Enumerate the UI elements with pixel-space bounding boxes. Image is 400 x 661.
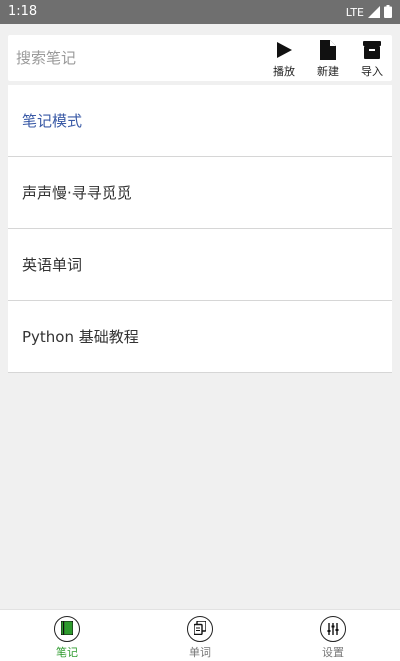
- top-bar: 播放 新建 导入: [8, 35, 392, 81]
- play-label: 播放: [273, 65, 295, 78]
- nav-words-circle: [187, 616, 213, 642]
- sliders-icon: [327, 620, 339, 639]
- bottom-nav: 笔记 单词 设置: [0, 609, 400, 661]
- nav-item-words[interactable]: 单词: [170, 616, 230, 660]
- note-item[interactable]: Python 基础教程: [8, 301, 392, 373]
- signal-icon: [368, 3, 380, 22]
- new-button[interactable]: 新建: [308, 39, 348, 79]
- note-item[interactable]: 笔记模式: [8, 85, 392, 157]
- import-button[interactable]: 导入: [352, 39, 392, 79]
- nav-notes-circle: [54, 616, 80, 642]
- import-label: 导入: [361, 65, 383, 78]
- nav-settings-circle: [320, 616, 346, 642]
- notebook-icon: [60, 620, 74, 639]
- network-type: LTE: [345, 6, 364, 19]
- nav-item-settings[interactable]: 设置: [303, 616, 363, 660]
- note-item[interactable]: 声声慢·寻寻觅觅: [8, 157, 392, 229]
- nav-item-notes[interactable]: 笔记: [37, 616, 97, 660]
- nav-label-notes: 笔记: [56, 646, 78, 659]
- search-input[interactable]: [8, 35, 248, 81]
- play-icon: [275, 39, 293, 61]
- note-list: 笔记模式 声声慢·寻寻觅觅 英语单词 Python 基础教程: [8, 85, 392, 373]
- archive-icon: [363, 39, 381, 61]
- new-file-icon: [320, 39, 336, 61]
- nav-label-settings: 设置: [322, 646, 344, 659]
- play-button[interactable]: 播放: [264, 39, 304, 79]
- status-time: 1:18: [8, 4, 38, 19]
- status-bar: 1:18 LTE: [0, 0, 400, 24]
- battery-icon: [384, 3, 392, 22]
- nav-label-words: 单词: [189, 646, 211, 659]
- copy-icon: [193, 619, 207, 639]
- new-label: 新建: [317, 65, 339, 78]
- status-icons: LTE: [346, 3, 392, 22]
- note-item[interactable]: 英语单词: [8, 229, 392, 301]
